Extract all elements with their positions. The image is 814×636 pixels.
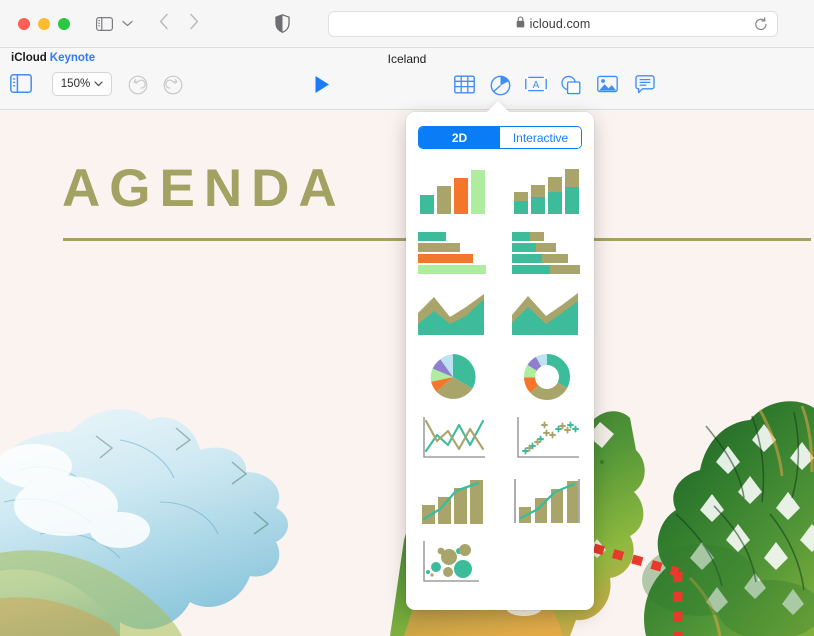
chart-grid-empty-cell — [500, 532, 594, 594]
address-bar[interactable]: icloud.com — [328, 11, 778, 37]
chart-picker-popover: 2D Interactive — [406, 112, 594, 610]
chart-icon[interactable] — [490, 75, 511, 96]
media-icon[interactable] — [597, 75, 618, 93]
chart-option-donut[interactable] — [500, 346, 594, 408]
minimize-window-button[interactable] — [38, 17, 50, 30]
chart-option-mixed[interactable] — [406, 470, 500, 532]
chart-thumbnail-grid — [406, 160, 594, 594]
bar-chart-icon — [418, 232, 486, 274]
chevron-down-icon[interactable] — [122, 20, 133, 27]
line-chart-icon — [423, 417, 485, 458]
page-title[interactable]: AGENDA — [62, 158, 346, 219]
scatter-chart-icon — [517, 417, 579, 458]
app-sidebar-icon[interactable] — [10, 74, 32, 93]
chart-option-stacked-column[interactable] — [500, 160, 594, 222]
document-title: Iceland — [387, 52, 427, 66]
comment-icon[interactable] — [635, 75, 655, 94]
lock-icon — [516, 15, 525, 33]
shape-icon[interactable] — [560, 75, 581, 95]
chevron-right-icon[interactable] — [189, 13, 199, 35]
chart-option-area[interactable] — [406, 284, 500, 346]
popover-pointer — [487, 101, 509, 112]
play-slideshow-button[interactable] — [314, 75, 331, 94]
pie-chart-icon — [430, 354, 476, 399]
window-controls[interactable] — [18, 17, 70, 30]
maximize-window-button[interactable] — [58, 17, 70, 30]
reload-icon[interactable] — [754, 17, 768, 37]
chart-option-line[interactable] — [406, 408, 500, 470]
chart-option-bubble[interactable] — [406, 532, 500, 594]
browser-sidebar-icon[interactable] — [96, 16, 113, 31]
close-window-button[interactable] — [18, 17, 30, 30]
privacy-shield-icon[interactable] — [275, 14, 290, 33]
url-text: icloud.com — [529, 17, 591, 31]
chart-option-stacked-area[interactable] — [500, 284, 594, 346]
screen-root: icloud.com iCloud Keynote Iceland 150% A… — [0, 0, 814, 636]
redo-icon[interactable] — [163, 75, 183, 95]
chart-option-two-axis[interactable] — [500, 470, 594, 532]
bubble-chart-icon — [423, 541, 479, 582]
zoom-level-value: 150% — [60, 78, 91, 90]
navigation-arrows[interactable] — [159, 13, 199, 35]
chevron-down-icon — [94, 79, 103, 89]
zoom-level-select[interactable]: 150% — [52, 72, 112, 96]
tab-2d[interactable]: 2D — [419, 127, 500, 148]
text-box-icon[interactable]: A — [525, 75, 547, 93]
mixed-chart-icon — [422, 480, 483, 524]
chevron-left-icon[interactable] — [159, 13, 169, 35]
browser-toolbar: icloud.com — [0, 0, 814, 48]
donut-chart-icon — [524, 354, 570, 400]
chart-option-scatter[interactable] — [500, 408, 594, 470]
undo-icon[interactable] — [128, 75, 148, 95]
stacked-column-chart-icon — [514, 169, 579, 214]
chart-type-segmented-control[interactable]: 2D Interactive — [418, 126, 582, 149]
chart-option-bar[interactable] — [406, 222, 500, 284]
stacked-area-chart-icon — [512, 293, 578, 335]
tab-interactive[interactable]: Interactive — [500, 127, 581, 148]
two-axis-chart-icon — [514, 479, 580, 523]
toolbar-row: 150% A — [0, 72, 814, 104]
chart-option-column[interactable] — [406, 160, 500, 222]
stacked-bar-chart-icon — [512, 232, 580, 274]
svg-text:A: A — [533, 80, 540, 91]
column-chart-icon — [420, 170, 485, 214]
chart-option-pie[interactable] — [406, 346, 500, 408]
area-chart-icon — [418, 294, 484, 335]
chart-option-stacked-bar[interactable] — [500, 222, 594, 284]
table-icon[interactable] — [454, 75, 475, 94]
